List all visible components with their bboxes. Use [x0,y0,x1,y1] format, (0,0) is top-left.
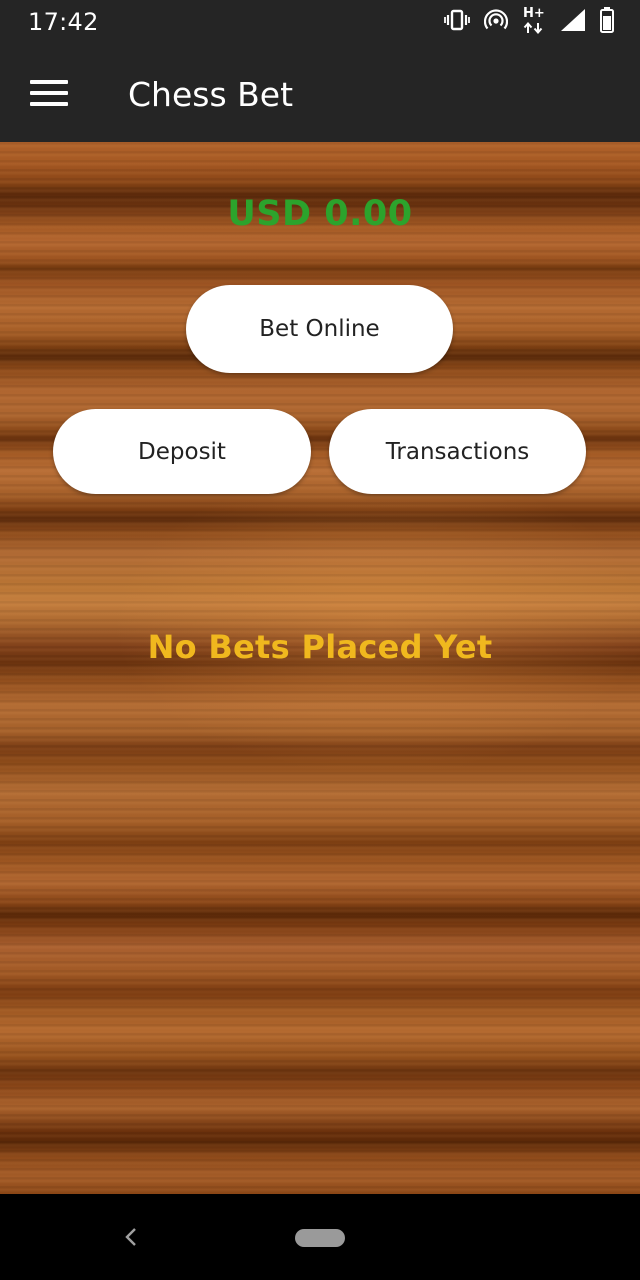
hamburger-menu-icon[interactable] [30,80,68,106]
balance-display: USD 0.00 [227,194,413,234]
bet-online-button[interactable]: Bet Online [186,285,453,373]
app-bar: Chess Bet [0,44,640,142]
vibrate-icon [444,9,470,36]
status-bar: 17:42 H+ [0,0,640,44]
transactions-button[interactable]: Transactions [329,409,586,494]
status-time: 17:42 [28,8,99,36]
network-type-label: H+ [523,6,545,21]
battery-icon [600,6,614,38]
no-bets-message: No Bets Placed Yet [147,628,493,666]
status-icons: H+ [444,6,614,38]
hotspot-icon [483,8,509,36]
back-chevron-icon[interactable] [120,1218,142,1258]
deposit-button[interactable]: Deposit [53,409,311,494]
app-title: Chess Bet [128,75,294,114]
home-pill-icon[interactable] [295,1229,345,1247]
network-h-plus-icon: H+ [522,6,546,36]
signal-icon [560,8,586,37]
